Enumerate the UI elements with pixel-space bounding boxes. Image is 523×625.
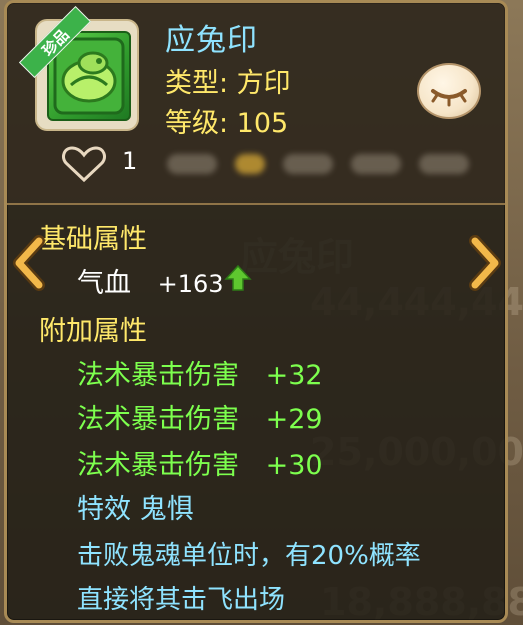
special-effect-desc-line: 直接将其击飞出场	[77, 585, 286, 615]
stat-label: 法术暴击伤害	[77, 360, 239, 391]
item-name: 应兔印	[165, 23, 258, 58]
base-stats-heading: 基础属性	[39, 224, 147, 255]
stat-label: 气血	[77, 268, 131, 299]
chevron-right-icon[interactable]	[465, 235, 505, 291]
blur-block	[167, 154, 217, 174]
stat-label: 法术暴击伤害	[77, 450, 239, 481]
up-arrow-icon	[223, 263, 253, 293]
blur-block	[351, 154, 401, 174]
stat-value: +163	[157, 270, 224, 298]
chevron-left-icon[interactable]	[9, 235, 49, 291]
item-level: 等级: 105	[165, 108, 289, 139]
item-tooltip-panel: 珍品 应兔印 类型: 方印 等级: 105 1 基础属性 气血 +163 附加属…	[4, 0, 508, 623]
item-type: 类型: 方印	[165, 68, 291, 99]
item-icon-frame[interactable]: 珍品	[18, 5, 139, 131]
extra-stats-heading: 附加属性	[39, 316, 147, 347]
blur-block	[283, 154, 333, 174]
stat-value: +30	[265, 450, 323, 481]
heart-outline-icon[interactable]	[61, 145, 107, 183]
base-stat-hp: 气血 +163	[77, 261, 224, 300]
special-effect-desc-line: 击败鬼魂单位时，有20%概率	[77, 541, 421, 571]
extra-stat-row: 法术暴击伤害 +30	[77, 443, 323, 482]
like-count: 1	[122, 147, 138, 175]
stat-label: 法术暴击伤害	[77, 404, 239, 435]
blur-block	[235, 154, 265, 174]
extra-stat-row: 法术暴击伤害 +29	[77, 397, 323, 436]
blur-block	[419, 154, 469, 174]
stat-value: +29	[265, 404, 323, 435]
closed-eye-icon[interactable]	[417, 63, 481, 119]
blurred-info-strip	[167, 149, 487, 179]
stat-value: +32	[265, 360, 323, 391]
special-effect-title: 特效 鬼惧	[77, 494, 194, 525]
extra-stat-row: 法术暴击伤害 +32	[77, 353, 323, 392]
